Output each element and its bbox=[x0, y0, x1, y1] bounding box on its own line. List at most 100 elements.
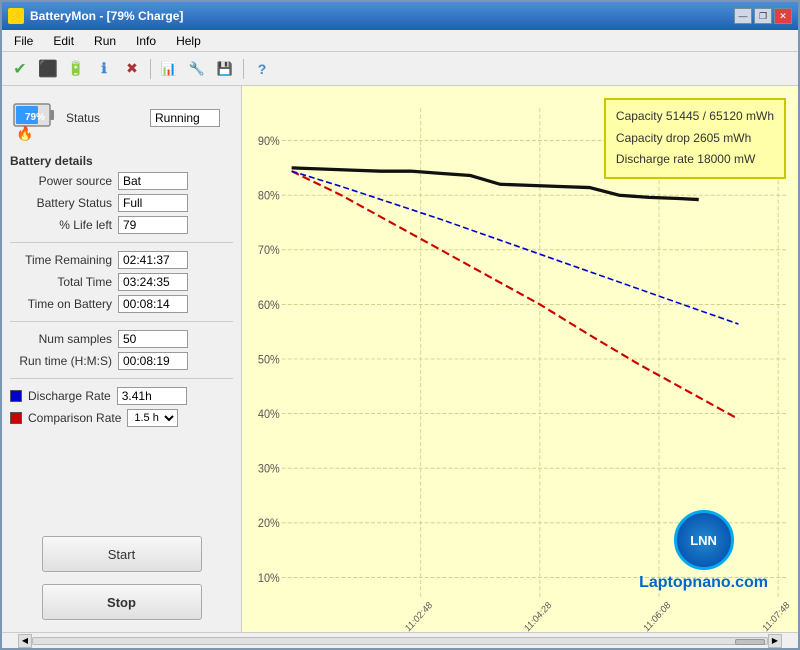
svg-text:60%: 60% bbox=[258, 299, 280, 312]
svg-text:79%: 79% bbox=[25, 112, 45, 123]
time-remaining-label: Time Remaining bbox=[18, 253, 118, 267]
minimize-button[interactable]: — bbox=[734, 8, 752, 24]
ok-toolbar-btn[interactable]: ✔ bbox=[8, 57, 32, 81]
discharge-color-box bbox=[10, 390, 22, 402]
time-on-battery-label: Time on Battery bbox=[18, 297, 118, 311]
comparison-select[interactable]: 1.5 h 2 h 3 h 4 h bbox=[127, 409, 178, 427]
battery-status-value: Full bbox=[118, 194, 188, 212]
svg-text:80%: 80% bbox=[258, 190, 280, 203]
battery-toolbar-btn[interactable]: 🔋 bbox=[64, 57, 88, 81]
svg-text:90%: 90% bbox=[258, 136, 280, 149]
status-area: Status Running bbox=[66, 109, 220, 127]
life-left-row: % Life left 79 bbox=[10, 216, 233, 234]
menu-help[interactable]: Help bbox=[168, 32, 209, 50]
watermark-black-text: Laptopnano bbox=[639, 574, 731, 591]
svg-text:20%: 20% bbox=[258, 518, 280, 531]
menu-edit[interactable]: Edit bbox=[45, 32, 82, 50]
runtime-label: Run time (H:M:S) bbox=[18, 354, 118, 368]
window-title: BatteryMon - [79% Charge] bbox=[30, 9, 183, 23]
stop-toolbar-btn[interactable]: ⬛ bbox=[36, 57, 60, 81]
main-window: ⚡ BatteryMon - [79% Charge] — ❐ ✕ File E… bbox=[0, 0, 800, 650]
runtime-row: Run time (H:M:S) 00:08:19 bbox=[10, 352, 233, 370]
divider-2 bbox=[10, 321, 233, 322]
titlebar-controls: — ❐ ✕ bbox=[734, 8, 792, 24]
power-source-value: Bat bbox=[118, 172, 188, 190]
power-source-label: Power source bbox=[18, 174, 118, 188]
battery-status-row: Battery Status Full bbox=[10, 194, 233, 212]
menubar: File Edit Run Info Help bbox=[2, 30, 798, 52]
status-field-label: Status bbox=[66, 111, 146, 125]
chart-capacity-drop-info: Capacity drop 2605 mWh bbox=[616, 128, 774, 150]
watermark-logo-text: LNN bbox=[690, 533, 717, 548]
divider-3 bbox=[10, 378, 233, 379]
stop-button[interactable]: Stop bbox=[42, 584, 202, 620]
watermark: LNN Laptopnano.com bbox=[639, 510, 768, 592]
menu-file[interactable]: File bbox=[6, 32, 41, 50]
watermark-blue-text: .com bbox=[731, 574, 768, 591]
svg-text:🔥: 🔥 bbox=[16, 125, 33, 142]
menu-run[interactable]: Run bbox=[86, 32, 124, 50]
titlebar-left: ⚡ BatteryMon - [79% Charge] bbox=[8, 8, 183, 24]
chart-capacity-info: Capacity 51445 / 65120 mWh bbox=[616, 106, 774, 128]
svg-text:50%: 50% bbox=[258, 354, 280, 367]
toolbar-separator bbox=[150, 59, 151, 79]
scroll-right-arrow[interactable]: ▶ bbox=[768, 634, 782, 648]
chart-area: 90% 80% 70% 60% 50% 40% 30% 20% 10% 11:0… bbox=[242, 86, 798, 632]
num-samples-value: 50 bbox=[118, 330, 188, 348]
scrollbar-area: ◀ ▶ bbox=[2, 632, 798, 648]
close-button[interactable]: ✕ bbox=[774, 8, 792, 24]
menu-info[interactable]: Info bbox=[128, 32, 164, 50]
chart-discharge-rate-info: Discharge rate 18000 mW bbox=[616, 149, 774, 171]
discharge-value: 3.41h bbox=[117, 387, 187, 405]
num-samples-label: Num samples bbox=[18, 332, 118, 346]
discharge-rate-row: Discharge Rate 3.41h bbox=[10, 387, 233, 405]
watermark-text: Laptopnano.com bbox=[639, 574, 768, 592]
scroll-left-arrow[interactable]: ◀ bbox=[18, 634, 32, 648]
settings-toolbar-btn[interactable]: 🔧 bbox=[185, 57, 209, 81]
main-content: 79% 🔥 Status Running Battery details Pow… bbox=[2, 86, 798, 632]
time-on-battery-row: Time on Battery 00:08:14 bbox=[10, 295, 233, 313]
battery-graphic: 79% 🔥 bbox=[10, 94, 58, 142]
info-toolbar-btn[interactable]: ℹ bbox=[92, 57, 116, 81]
titlebar: ⚡ BatteryMon - [79% Charge] — ❐ ✕ bbox=[2, 2, 798, 30]
life-left-label: % Life left bbox=[18, 218, 118, 232]
svg-text:30%: 30% bbox=[258, 463, 280, 476]
time-remaining-value: 02:41:37 bbox=[118, 251, 188, 269]
toolbar-separator-2 bbox=[243, 59, 244, 79]
help-toolbar-btn[interactable]: ? bbox=[250, 57, 274, 81]
chart-toolbar-btn[interactable]: 📊 bbox=[157, 57, 181, 81]
app-icon: ⚡ bbox=[8, 8, 24, 24]
export-toolbar-btn[interactable]: 💾 bbox=[213, 57, 237, 81]
total-time-value: 03:24:35 bbox=[118, 273, 188, 291]
scroll-thumb[interactable] bbox=[735, 639, 765, 645]
power-source-row: Power source Bat bbox=[10, 172, 233, 190]
total-time-label: Total Time bbox=[18, 275, 118, 289]
chart-info-box: Capacity 51445 / 65120 mWh Capacity drop… bbox=[604, 98, 786, 179]
comparison-label: Comparison Rate bbox=[28, 411, 121, 425]
comparison-rate-row: Comparison Rate 1.5 h 2 h 3 h 4 h bbox=[10, 409, 233, 427]
comparison-color-box bbox=[10, 412, 22, 424]
delete-toolbar-btn[interactable]: ✖ bbox=[120, 57, 144, 81]
svg-text:70%: 70% bbox=[258, 245, 280, 258]
scroll-track[interactable] bbox=[32, 637, 768, 645]
left-panel: 79% 🔥 Status Running Battery details Pow… bbox=[2, 86, 242, 632]
life-left-value: 79 bbox=[118, 216, 188, 234]
divider-1 bbox=[10, 242, 233, 243]
num-samples-row: Num samples 50 bbox=[10, 330, 233, 348]
restore-button[interactable]: ❐ bbox=[754, 8, 772, 24]
battery-details-label: Battery details bbox=[10, 154, 233, 168]
total-time-row: Total Time 03:24:35 bbox=[10, 273, 233, 291]
watermark-logo: LNN bbox=[674, 510, 734, 570]
status-field-value: Running bbox=[150, 109, 220, 127]
svg-text:10%: 10% bbox=[258, 572, 280, 585]
battery-status-label: Battery Status bbox=[18, 196, 118, 210]
time-remaining-row: Time Remaining 02:41:37 bbox=[10, 251, 233, 269]
status-row: Status Running bbox=[66, 109, 220, 127]
discharge-label: Discharge Rate bbox=[28, 389, 111, 403]
time-on-battery-value: 00:08:14 bbox=[118, 295, 188, 313]
runtime-value: 00:08:19 bbox=[118, 352, 188, 370]
svg-text:40%: 40% bbox=[258, 409, 280, 422]
start-button[interactable]: Start bbox=[42, 536, 202, 572]
toolbar: ✔ ⬛ 🔋 ℹ ✖ 📊 🔧 💾 ? bbox=[2, 52, 798, 86]
battery-icon-area: 79% 🔥 Status Running bbox=[10, 94, 233, 142]
